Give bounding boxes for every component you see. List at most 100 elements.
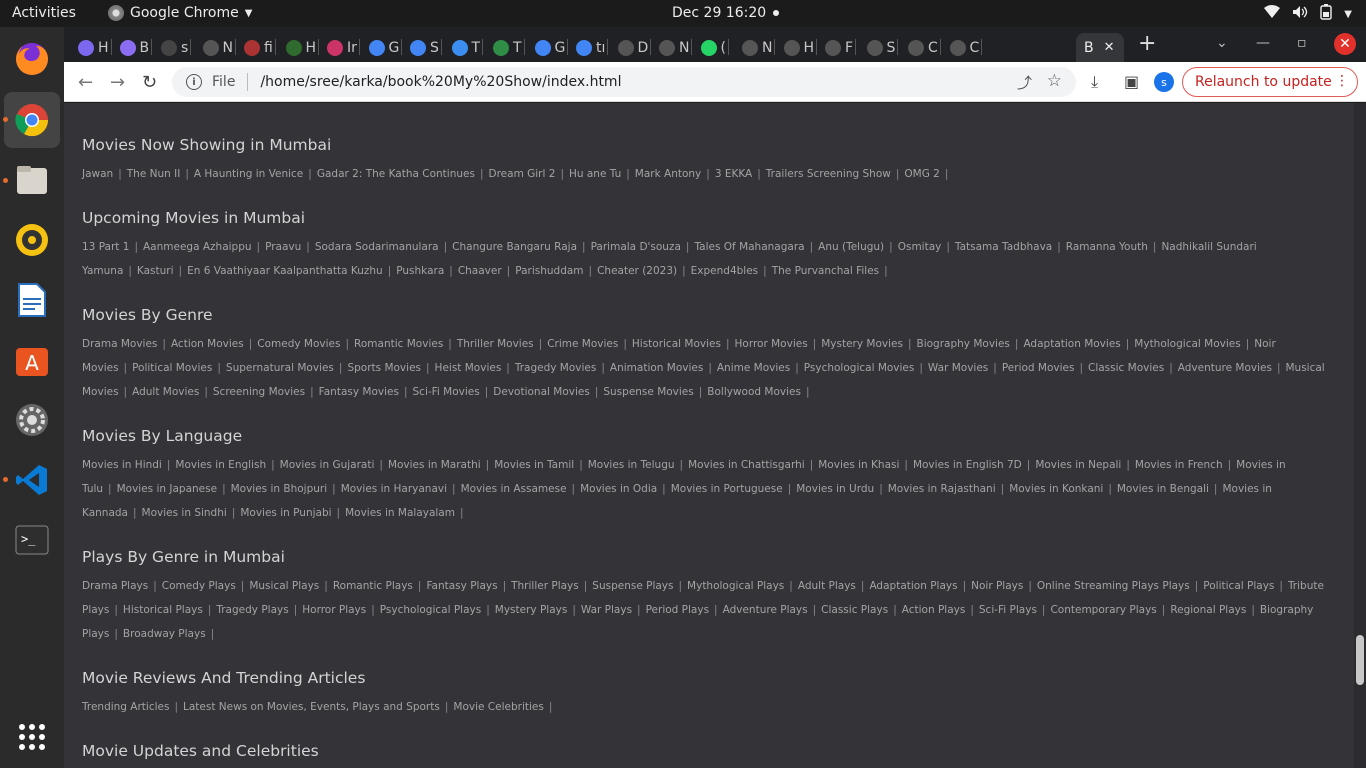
tab-search-icon[interactable]: ⌄ xyxy=(1216,35,1228,51)
browser-tab[interactable]: G xyxy=(368,33,403,62)
footer-link[interactable]: Mark Antony xyxy=(635,168,701,180)
footer-link[interactable]: Supernatural Movies xyxy=(226,362,334,374)
close-tab-icon[interactable]: ✕ xyxy=(1104,40,1115,55)
footer-link[interactable]: Movies in Nepali xyxy=(1035,459,1121,471)
footer-link[interactable]: Movies in Bhojpuri xyxy=(231,483,328,495)
bookmark-star-icon[interactable]: ☆ xyxy=(1047,71,1062,91)
browser-tab[interactable]: T xyxy=(451,33,484,62)
footer-link[interactable]: Tatsama Tadbhava xyxy=(955,241,1052,253)
footer-link[interactable]: Movies in English 7D xyxy=(913,459,1022,471)
libreoffice-writer-icon[interactable] xyxy=(12,280,52,320)
footer-link[interactable]: Period Movies xyxy=(1002,362,1075,374)
footer-link[interactable]: Sci-Fi Movies xyxy=(413,386,480,398)
system-tray[interactable]: ▼ xyxy=(1264,4,1352,24)
footer-link[interactable]: Trailers Screening Show xyxy=(766,168,891,180)
footer-link[interactable]: Ramanna Youth xyxy=(1066,241,1148,253)
footer-link[interactable]: Romantic Plays xyxy=(333,580,413,592)
footer-link[interactable]: Action Plays xyxy=(902,604,966,616)
chrome-icon[interactable] xyxy=(12,100,52,140)
footer-link[interactable]: Drama Plays xyxy=(82,580,148,592)
footer-link[interactable]: Devotional Movies xyxy=(493,386,590,398)
footer-link[interactable]: Sodara Sodarimanulara xyxy=(315,241,439,253)
footer-link[interactable]: Movies in Malayalam xyxy=(345,507,455,519)
footer-link[interactable]: Trending Articles xyxy=(82,701,169,713)
browser-tab[interactable]: H xyxy=(285,33,320,62)
footer-link[interactable]: Changure Bangaru Raja xyxy=(452,241,577,253)
footer-link[interactable]: Adult Movies xyxy=(132,386,199,398)
footer-link[interactable]: Movies in Telugu xyxy=(588,459,675,471)
footer-link[interactable]: Pushkara xyxy=(396,265,444,277)
url-text[interactable]: /home/sree/karka/book%20My%20Show/index.… xyxy=(260,74,621,90)
share-icon[interactable]: ⤴ xyxy=(1017,72,1032,93)
minimize-button[interactable]: — xyxy=(1256,35,1270,51)
footer-link[interactable]: Movie Celebrities xyxy=(453,701,543,713)
footer-link[interactable]: Movies in Assamese xyxy=(461,483,567,495)
footer-link[interactable]: Latest News on Movies, Events, Plays and… xyxy=(183,701,440,713)
address-bar[interactable]: i File /home/sree/karka/book%20My%20Show… xyxy=(172,67,1076,97)
activities-button[interactable]: Activities xyxy=(12,5,76,21)
footer-link[interactable]: Movies in Hindi xyxy=(82,459,162,471)
vscode-icon[interactable] xyxy=(12,460,52,500)
browser-tab[interactable]: N xyxy=(742,33,776,62)
footer-link[interactable]: Fantasy Movies xyxy=(319,386,399,398)
new-tab-button[interactable]: + xyxy=(1138,31,1156,56)
footer-link[interactable]: Movies in Tamil xyxy=(494,459,574,471)
footer-link[interactable]: Tragedy Plays xyxy=(216,604,288,616)
footer-link[interactable]: Heist Movies xyxy=(435,362,502,374)
footer-link[interactable]: Drama Movies xyxy=(82,338,157,350)
browser-tab[interactable]: F xyxy=(825,33,857,62)
browser-tab[interactable]: D xyxy=(617,33,652,62)
footer-link[interactable]: Chaaver xyxy=(458,265,502,277)
footer-link[interactable]: Psychological Plays xyxy=(380,604,481,616)
footer-link[interactable]: Dream Girl 2 xyxy=(489,168,556,180)
footer-link[interactable]: War Movies xyxy=(928,362,988,374)
footer-link[interactable]: Osmitay xyxy=(898,241,942,253)
footer-link[interactable]: Political Plays xyxy=(1203,580,1274,592)
footer-link[interactable]: Bollywood Movies xyxy=(707,386,801,398)
terminal-icon[interactable]: >_ xyxy=(12,520,52,560)
footer-link[interactable]: Movies in Portuguese xyxy=(671,483,783,495)
footer-link[interactable]: Movies in Marathi xyxy=(388,459,481,471)
footer-link[interactable]: Historical Movies xyxy=(632,338,721,350)
close-window-button[interactable]: ✕ xyxy=(1334,33,1356,55)
clock[interactable]: Dec 29 16:20 xyxy=(672,5,766,21)
footer-link[interactable]: Thriller Movies xyxy=(457,338,534,350)
footer-link[interactable]: Jawan xyxy=(82,168,113,180)
footer-link[interactable]: Suspense Movies xyxy=(603,386,693,398)
footer-link[interactable]: Psychological Movies xyxy=(804,362,915,374)
settings-icon[interactable] xyxy=(12,400,52,440)
footer-link[interactable]: Romantic Movies xyxy=(354,338,443,350)
footer-link[interactable]: Movies in Urdu xyxy=(796,483,874,495)
footer-link[interactable]: Mythological Movies xyxy=(1134,338,1240,350)
browser-tab[interactable]: G xyxy=(534,33,569,62)
active-tab[interactable]: B ✕ xyxy=(1076,33,1124,62)
footer-link[interactable]: Mystery Movies xyxy=(821,338,903,350)
footer-link[interactable]: A Haunting in Venice xyxy=(194,168,303,180)
footer-link[interactable]: Comedy Movies xyxy=(257,338,340,350)
browser-tab[interactable]: fi xyxy=(244,33,276,62)
footer-link[interactable]: Noir Plays xyxy=(971,580,1023,592)
footer-link[interactable]: Adventure Movies xyxy=(1178,362,1272,374)
browser-tab[interactable]: C xyxy=(908,33,941,62)
footer-link[interactable]: Period Plays xyxy=(646,604,709,616)
footer-link[interactable]: Sports Movies xyxy=(347,362,421,374)
footer-link[interactable]: Adaptation Movies xyxy=(1023,338,1120,350)
footer-link[interactable]: Anime Movies xyxy=(717,362,790,374)
footer-link[interactable]: Mythological Plays xyxy=(687,580,784,592)
footer-link[interactable]: Movies in English xyxy=(175,459,266,471)
footer-link[interactable]: Musical Plays xyxy=(249,580,319,592)
footer-link[interactable]: Praavu xyxy=(265,241,301,253)
footer-link[interactable]: Movies in Odia xyxy=(580,483,657,495)
footer-link[interactable]: Crime Movies xyxy=(547,338,618,350)
show-applications-icon[interactable] xyxy=(12,717,52,757)
footer-link[interactable]: Classic Movies xyxy=(1088,362,1164,374)
footer-link[interactable]: Classic Plays xyxy=(821,604,888,616)
footer-link[interactable]: Movies in Gujarati xyxy=(280,459,375,471)
footer-link[interactable]: OMG 2 xyxy=(904,168,939,180)
reload-button[interactable]: ↻ xyxy=(142,72,157,93)
footer-link[interactable]: Kasturi xyxy=(137,265,174,277)
footer-link[interactable]: Adult Plays xyxy=(798,580,856,592)
footer-link[interactable]: Movies in French xyxy=(1135,459,1223,471)
footer-link[interactable]: Expend4bles xyxy=(691,265,759,277)
footer-link[interactable]: Broadway Plays xyxy=(123,628,206,640)
